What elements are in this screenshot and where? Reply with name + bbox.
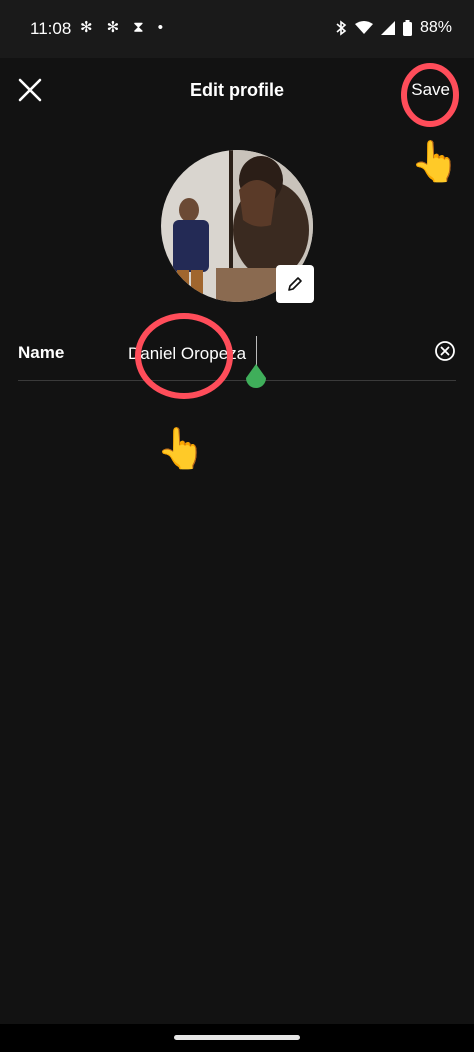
clear-icon bbox=[435, 341, 455, 361]
status-system-icons: 88% bbox=[335, 19, 452, 37]
page-title: Edit profile bbox=[190, 80, 284, 100]
pencil-icon bbox=[288, 277, 302, 291]
status-bar: 11:08 ✻ ✻ ⧗ • 88% bbox=[0, 0, 474, 58]
cursor-handle[interactable] bbox=[244, 364, 268, 392]
hourglass-icon: ⧗ bbox=[133, 19, 144, 36]
signal-icon bbox=[380, 21, 395, 35]
profile-photo-container bbox=[161, 150, 314, 303]
slack-icon: ✻ bbox=[80, 19, 93, 36]
clear-name-button[interactable] bbox=[434, 340, 456, 362]
edit-photo-button[interactable] bbox=[276, 265, 314, 303]
dot-icon: • bbox=[157, 19, 163, 36]
wifi-icon bbox=[354, 21, 373, 35]
name-input[interactable] bbox=[128, 338, 418, 370]
battery-icon bbox=[402, 20, 412, 36]
slack-icon: ✻ bbox=[106, 19, 120, 36]
text-cursor bbox=[256, 336, 257, 366]
name-field-row: Name bbox=[18, 330, 456, 381]
save-button[interactable]: Save bbox=[411, 80, 450, 100]
home-indicator[interactable] bbox=[174, 1035, 300, 1040]
battery-percentage: 88% bbox=[419, 19, 452, 36]
app-bar: Edit profile Save bbox=[0, 58, 474, 122]
status-notification-icons: ✻ ✻ ⧗ • bbox=[80, 19, 163, 37]
bluetooth-icon bbox=[335, 20, 347, 36]
pointing-hand-icon: 👆 bbox=[410, 140, 460, 184]
pointing-hand-icon: 👆 bbox=[156, 427, 206, 471]
name-label: Name bbox=[18, 343, 65, 362]
status-time: 11:08 bbox=[30, 19, 72, 38]
